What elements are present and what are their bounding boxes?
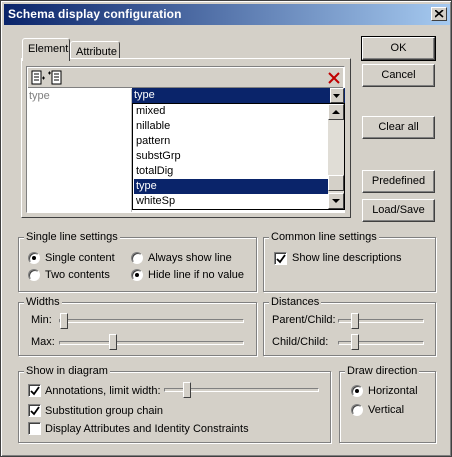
append-line-icon[interactable] bbox=[30, 70, 46, 86]
two-contents-radio[interactable] bbox=[28, 269, 40, 281]
vertical-label: Vertical bbox=[368, 404, 405, 416]
insert-line-icon[interactable] bbox=[48, 70, 64, 86]
show-in-diagram-title: Show in diagram bbox=[24, 365, 110, 377]
checkmark-icon bbox=[276, 254, 286, 264]
close-icon bbox=[435, 10, 444, 18]
hide-line-label: Hide line if no value bbox=[148, 269, 245, 281]
always-show-line-label: Always show line bbox=[148, 252, 232, 264]
dropdown-item[interactable]: whiteSp bbox=[134, 194, 328, 209]
max-width-track bbox=[59, 341, 244, 345]
clear-all-button[interactable]: Clear all bbox=[362, 116, 435, 139]
common-line-settings-title: Common line settings bbox=[269, 231, 379, 243]
combo-dropdown-button[interactable] bbox=[330, 88, 344, 103]
annotations-checkbox[interactable] bbox=[28, 384, 41, 397]
tab-element[interactable]: Element bbox=[22, 38, 70, 61]
single-content-radio[interactable] bbox=[28, 252, 40, 264]
load-save-button[interactable]: Load/Save bbox=[362, 199, 435, 222]
row-label: type bbox=[29, 90, 50, 102]
draw-direction-title: Draw direction bbox=[345, 365, 420, 377]
clear-all-label: Clear all bbox=[378, 121, 419, 133]
max-width-slider[interactable] bbox=[109, 334, 117, 350]
scroll-up-button[interactable] bbox=[328, 104, 344, 120]
annotations-width-slider[interactable] bbox=[183, 382, 191, 398]
common-line-settings-group bbox=[263, 237, 436, 292]
annotations-label: Annotations, limit width: bbox=[45, 385, 161, 397]
max-width-label: Max: bbox=[31, 336, 55, 348]
line-content-combobox[interactable]: type bbox=[132, 88, 345, 103]
tab-attribute-label: Attribute bbox=[76, 46, 117, 58]
dropdown-item[interactable]: pattern bbox=[134, 134, 328, 149]
display-attributes-checkbox[interactable] bbox=[28, 422, 41, 435]
dropdown-item[interactable]: nillable bbox=[134, 119, 328, 134]
predefined-button[interactable]: Predefined bbox=[362, 170, 435, 193]
content-dropdown-list[interactable]: mixed nillable pattern substGrp totalDig… bbox=[132, 103, 345, 210]
predefined-label: Predefined bbox=[371, 175, 426, 187]
vertical-radio[interactable] bbox=[351, 404, 363, 416]
schema-display-dialog: Schema display configuration Element Att… bbox=[0, 0, 452, 457]
distances-title: Distances bbox=[269, 296, 322, 308]
always-show-line-radio[interactable] bbox=[131, 252, 143, 264]
parent-child-label: Parent/Child: bbox=[272, 314, 336, 326]
horizontal-radio[interactable] bbox=[351, 385, 363, 397]
substitution-group-chain-checkbox[interactable] bbox=[28, 404, 41, 417]
hide-line-radio[interactable] bbox=[131, 269, 143, 281]
chevron-up-icon bbox=[332, 110, 340, 114]
child-child-label: Child/Child: bbox=[272, 336, 329, 348]
window-title: Schema display configuration bbox=[8, 7, 182, 21]
parent-child-slider[interactable] bbox=[351, 313, 359, 329]
ok-label: OK bbox=[390, 42, 407, 54]
min-width-slider[interactable] bbox=[60, 313, 68, 329]
delete-line-icon[interactable] bbox=[326, 70, 342, 86]
list-toolbar bbox=[28, 68, 343, 88]
min-width-label: Min: bbox=[31, 314, 52, 326]
widths-title: Widths bbox=[24, 296, 62, 308]
horizontal-label: Horizontal bbox=[368, 385, 418, 397]
dropdown-item-selected[interactable]: type bbox=[134, 179, 328, 194]
combo-value: type bbox=[134, 89, 155, 101]
two-contents-label: Two contents bbox=[45, 269, 110, 281]
dropdown-item[interactable]: mixed bbox=[134, 104, 328, 119]
scroll-thumb[interactable] bbox=[328, 175, 344, 191]
title-bar[interactable]: Schema display configuration bbox=[4, 4, 450, 25]
ok-button[interactable]: OK bbox=[361, 36, 436, 61]
load-save-label: Load/Save bbox=[372, 204, 425, 216]
chevron-down-icon bbox=[333, 94, 340, 98]
single-line-settings-group bbox=[18, 237, 257, 292]
cancel-label: Cancel bbox=[381, 69, 416, 81]
tab-element-label: Element bbox=[28, 43, 69, 55]
show-line-descriptions-checkbox[interactable] bbox=[274, 252, 287, 265]
dropdown-item[interactable]: totalDig bbox=[134, 164, 328, 179]
single-content-label: Single content bbox=[45, 252, 115, 264]
dropdown-item[interactable]: substGrp bbox=[134, 149, 328, 164]
single-line-settings-title: Single line settings bbox=[24, 231, 120, 243]
checkmark-icon bbox=[30, 406, 40, 416]
substitution-group-chain-label: Substitution group chain bbox=[45, 405, 164, 417]
chevron-down-icon bbox=[332, 199, 340, 203]
checkmark-icon bbox=[30, 386, 40, 396]
min-width-track bbox=[59, 319, 244, 323]
cancel-button[interactable]: Cancel bbox=[362, 64, 435, 87]
show-line-descriptions-label: Show line descriptions bbox=[292, 252, 402, 264]
dropdown-scrollbar[interactable] bbox=[328, 104, 344, 209]
child-child-slider[interactable] bbox=[351, 334, 359, 350]
display-attributes-label: Display Attributes and Identity Constrai… bbox=[45, 423, 249, 435]
scroll-down-button[interactable] bbox=[328, 193, 344, 209]
close-button[interactable] bbox=[431, 7, 447, 21]
